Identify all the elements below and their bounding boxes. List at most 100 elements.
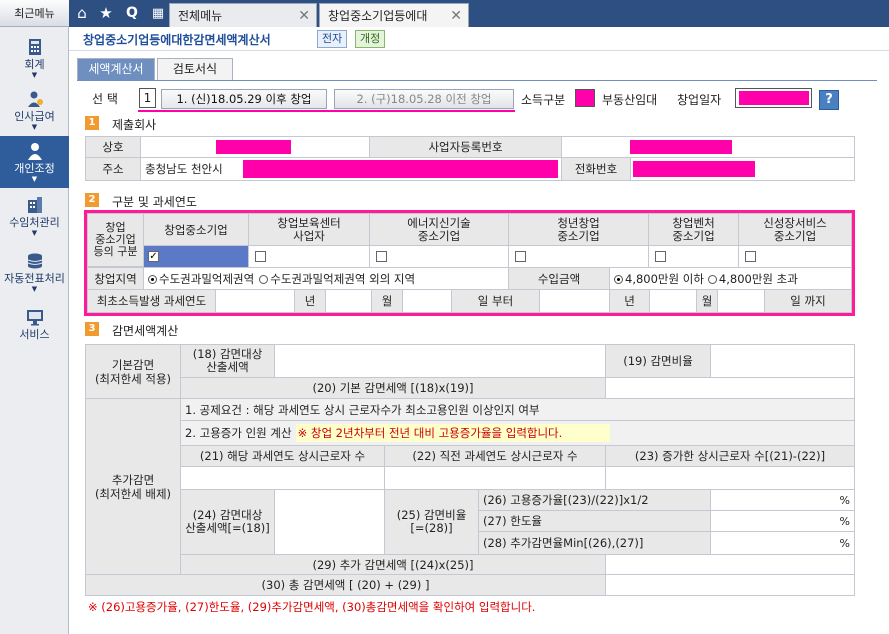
sidebar-item-accounting[interactable]: 회계 ▼ <box>0 32 69 84</box>
r19-input[interactable] <box>710 344 855 378</box>
r22-input[interactable] <box>384 466 606 490</box>
type-cell-incubator[interactable] <box>248 245 370 268</box>
section-title: 구분 및 과세연도 <box>112 195 197 209</box>
percent-unit: % <box>839 514 850 528</box>
revenue-options: 4,800만원 이하 4,800만원 초과 <box>609 267 852 290</box>
checkbox-energy[interactable] <box>376 251 387 262</box>
company-input[interactable] <box>140 136 370 158</box>
revenue-radio-1[interactable]: 4,800만원 이하 <box>614 271 704 287</box>
year-label: 년 <box>609 289 650 313</box>
option-new-button[interactable]: 1. (신)18.05.29 이후 창업 <box>161 89 327 109</box>
r23-input[interactable] <box>605 466 855 490</box>
from-label: 일 부터 <box>451 289 540 313</box>
to-day-input[interactable] <box>717 289 765 313</box>
r20-label: (20) 기본 감면세액 [(18)x(19)] <box>180 377 606 399</box>
r29-input[interactable] <box>605 554 855 575</box>
search-icon[interactable]: Q <box>119 0 145 27</box>
r30-input[interactable] <box>605 574 855 596</box>
to-month-input[interactable] <box>649 289 697 313</box>
close-icon[interactable]: ✕ <box>450 4 462 28</box>
r18-input[interactable] <box>274 344 606 378</box>
tab-label: 전체메뉴 <box>178 9 223 23</box>
checkbox-venture[interactable] <box>655 251 666 262</box>
help-button[interactable]: ? <box>819 90 839 110</box>
sidebar-item-label: 인사급여 <box>14 110 55 123</box>
type-cell-startup[interactable]: ✓ <box>143 245 249 268</box>
type-cell-youth[interactable] <box>508 245 649 268</box>
select-input[interactable]: 1 <box>139 88 156 108</box>
star-icon[interactable]: ★ <box>93 0 119 27</box>
section-number: 1 <box>85 116 99 130</box>
sidebar-item-service[interactable]: 서비스 <box>0 302 69 354</box>
first-year-label: 최초소득발생 과세연도 <box>87 289 216 313</box>
to-label: 일 까지 <box>764 289 852 313</box>
r26-input[interactable]: % <box>710 489 855 511</box>
startup-date-input[interactable] <box>735 88 812 108</box>
from-month-input[interactable] <box>325 289 372 313</box>
region-radio-1[interactable]: 수도권과밀억제권역 <box>148 271 254 287</box>
checkbox-youth[interactable] <box>515 251 526 262</box>
bizno-label: 사업자등록번호 <box>369 136 562 158</box>
type-col-energy: 에너지신기술 중소기업 <box>369 213 509 246</box>
region-radio-2[interactable]: 수도권과밀억제권역 외의 지역 <box>259 271 415 287</box>
section-number: 3 <box>85 322 99 336</box>
sidebar-item-payroll[interactable]: 인사급여 ▼ <box>0 84 69 136</box>
recent-menu-button[interactable]: 최근메뉴 <box>0 0 69 27</box>
chevron-down-icon: ▼ <box>31 71 38 79</box>
r26-label: (26) 고용증가율[(23)/(22)]x1/2 <box>478 489 711 511</box>
r28-input[interactable]: % <box>710 531 855 555</box>
radio-label: 수도권과밀억제권역 외의 지역 <box>270 271 416 286</box>
r23-label: (23) 증가한 상시근로자 수[(21)-(22)] <box>605 445 855 467</box>
income-type-input[interactable] <box>575 89 595 107</box>
home-icon[interactable]: ⌂ <box>69 0 95 27</box>
checkbox-incubator[interactable] <box>255 251 266 262</box>
chevron-down-icon: ▼ <box>31 285 38 293</box>
tab-full-menu[interactable]: 전체메뉴 ✕ <box>169 3 317 27</box>
bizno-input[interactable] <box>561 136 855 158</box>
monitor-icon <box>26 310 43 326</box>
r21-input[interactable] <box>180 466 385 490</box>
sidebar-item-label: 개인조정 <box>14 162 55 175</box>
close-icon[interactable]: ✕ <box>298 4 310 28</box>
type-col-startup: 창업중소기업 <box>143 213 249 246</box>
revision-button[interactable]: 개정 <box>355 30 386 48</box>
r20-input[interactable] <box>605 377 855 399</box>
type-cell-energy[interactable] <box>369 245 509 268</box>
tab-tax-calc[interactable]: 세액계산서 <box>77 58 155 81</box>
percent-unit: % <box>839 493 850 507</box>
sidebar-item-personal[interactable]: 개인조정 ▼ <box>0 136 69 188</box>
type-label: 창업 중소기업 등의 구분 <box>87 213 144 267</box>
r28-label: (28) 추가감면율Min[(26),(27)] <box>478 531 711 555</box>
section-title: 제출회사 <box>112 118 157 132</box>
option-old-button[interactable]: 2. (구)18.05.28 이전 창업 <box>334 89 514 109</box>
revenue-radio-2[interactable]: 4,800만원 초과 <box>707 271 798 287</box>
address-input[interactable]: 충청남도 천안시 <box>140 157 562 181</box>
employment-line: 2. 고용증가 인원 계산 ※ 창업 2년차부터 전년 대비 고용증가율을 입력합… <box>180 420 855 446</box>
to-year-input[interactable] <box>539 289 610 313</box>
startup-date-label: 창업일자 <box>677 93 722 107</box>
tab-startup-sme[interactable]: 창업중소기업등에대 ✕ <box>319 3 469 27</box>
tab-review[interactable]: 검토서식 <box>157 58 233 81</box>
r24-label: (24) 감면대상 산출세액[=(18)] <box>180 489 275 555</box>
sidebar-item-clients[interactable]: 수임처관리 ▼ <box>0 190 69 242</box>
phone-input[interactable] <box>630 157 855 181</box>
region-options: 수도권과밀억제권역 수도권과밀억제권역 외의 지역 <box>143 267 509 290</box>
person-icon <box>27 143 42 160</box>
tab-label: 창업중소기업등에대 <box>328 9 428 23</box>
employment-note: ※ 창업 2년차부터 전년 대비 고용증가율을 입력합니다. <box>295 424 611 442</box>
from-day-input[interactable] <box>402 289 452 313</box>
sidebar-item-auto-entry[interactable]: 자동전표처리 ▼ <box>0 246 69 298</box>
type-cell-growth[interactable] <box>738 245 852 268</box>
from-year-input[interactable] <box>215 289 295 313</box>
r24-input[interactable] <box>274 489 385 555</box>
grid-icon[interactable]: ▦ <box>145 0 171 27</box>
database-icon <box>27 253 42 269</box>
type-cell-venture[interactable] <box>648 245 739 268</box>
electronic-button[interactable]: 전자 <box>317 30 348 48</box>
r19-label: (19) 감면비율 <box>605 344 711 378</box>
checkbox-growth[interactable] <box>745 251 756 262</box>
month-label: 월 <box>696 289 718 313</box>
checkbox-startup[interactable]: ✓ <box>148 251 159 262</box>
r27-input[interactable]: % <box>710 510 855 532</box>
percent-unit: % <box>839 536 850 550</box>
